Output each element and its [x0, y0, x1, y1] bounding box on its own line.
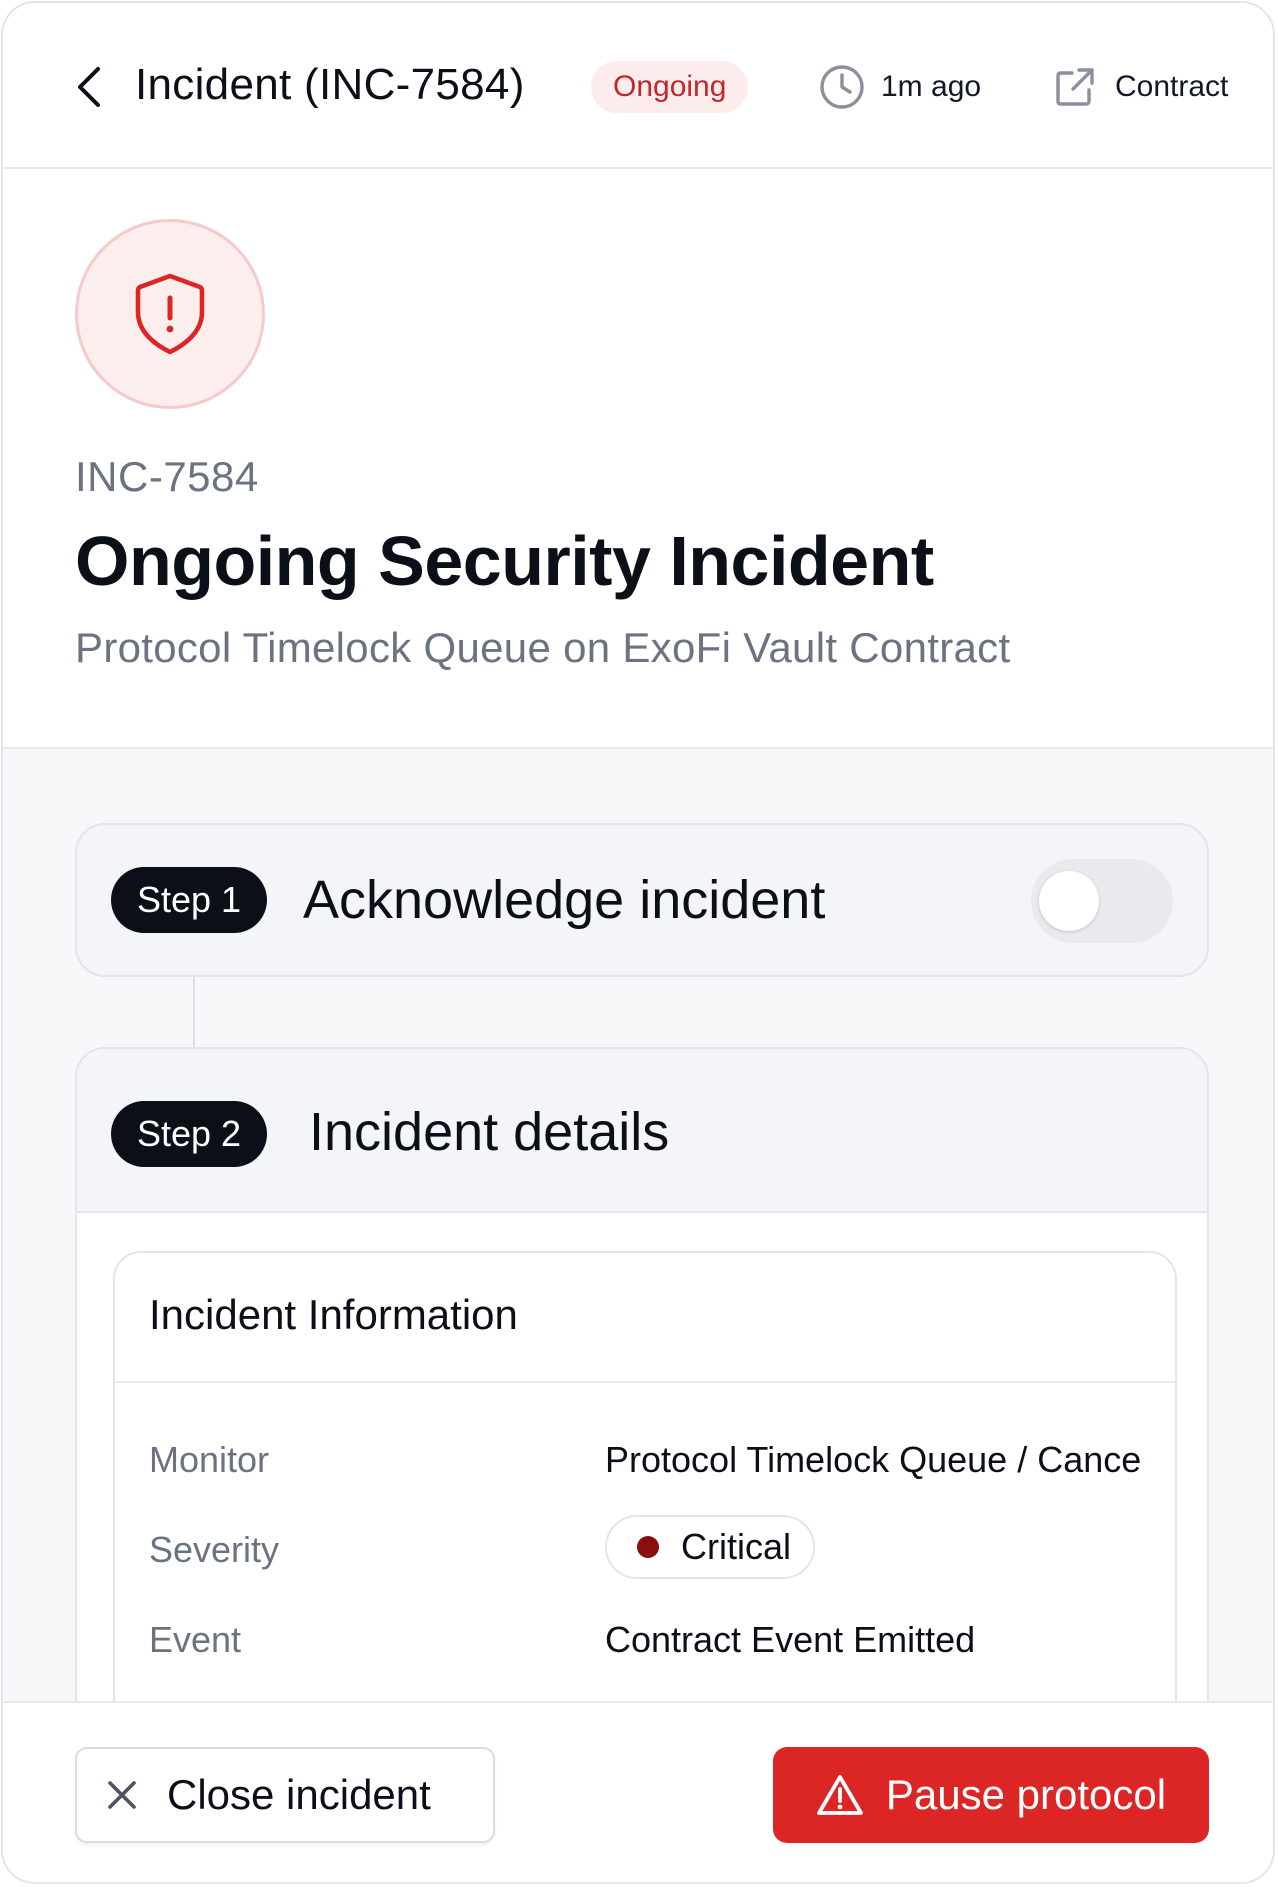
shield-alert-icon — [135, 273, 205, 355]
contract-link[interactable]: Contract — [1053, 63, 1228, 111]
step-title: Incident details — [309, 1102, 670, 1162]
monitor-value: Protocol Timelock Queue / Cance — [605, 1439, 1142, 1480]
event-value: Contract Event Emitted — [605, 1619, 976, 1660]
step-incident-details: Step 2 Incident details Incident Informa… — [75, 1047, 1209, 1747]
severity-value: Critical — [681, 1526, 792, 1567]
close-incident-label: Close incident — [167, 1771, 431, 1818]
incident-information-card: Incident Information Monitor Protocol Ti… — [113, 1251, 1177, 1745]
incident-panel: Incident (INC-7584) Ongoing 1m ago Contr… — [1, 1, 1275, 1884]
incident-summary: INC-7584 Ongoing Security Incident Proto… — [3, 169, 1273, 749]
row-label: Severity — [149, 1529, 280, 1570]
card-title: Incident Information — [149, 1291, 518, 1338]
steps-section: Step 1 Acknowledge incident Step 2 Incid… — [3, 749, 1273, 1747]
time-ago: 1m ago — [819, 63, 981, 111]
row-label: Event — [149, 1619, 242, 1660]
pause-protocol-label: Pause protocol — [885, 1771, 1167, 1818]
step-badge: Step 1 — [111, 867, 268, 933]
info-row-monitor: Monitor Protocol Timelock Queue / Cance — [149, 1439, 1175, 1499]
action-footer: Close incident Pause protocol — [3, 1701, 1273, 1882]
card-header: Incident Information — [115, 1253, 1175, 1383]
pause-protocol-button[interactable]: Pause protocol — [773, 1747, 1209, 1843]
info-row-severity: Severity Critical — [149, 1515, 1175, 1589]
incident-subtitle: Protocol Timelock Queue on ExoFi Vault C… — [75, 624, 1011, 671]
close-incident-button[interactable]: Close incident — [75, 1747, 495, 1843]
incident-id: INC-7584 — [75, 453, 259, 500]
external-link-icon — [1056, 68, 1094, 106]
step-connector — [193, 977, 195, 1047]
back-button[interactable] — [63, 61, 115, 113]
chevron-left-icon — [78, 67, 100, 107]
step-header: Step 2 Incident details — [77, 1049, 1207, 1213]
top-bar: Incident (INC-7584) Ongoing 1m ago Contr… — [3, 3, 1273, 169]
time-ago-label: 1m ago — [881, 70, 982, 103]
toggle-knob — [1039, 871, 1099, 931]
incident-title: Ongoing Security Incident — [75, 522, 934, 600]
status-badge: Ongoing — [591, 61, 749, 113]
acknowledge-toggle[interactable] — [1031, 859, 1173, 943]
row-label: Monitor — [149, 1439, 270, 1480]
contract-label: Contract — [1115, 70, 1229, 103]
step-acknowledge: Step 1 Acknowledge incident — [75, 823, 1209, 977]
info-row-event: Event Contract Event Emitted — [149, 1619, 1175, 1679]
page-title: Incident (INC-7584) — [135, 60, 525, 109]
warning-triangle-icon — [817, 1775, 863, 1815]
severity-dot — [637, 1536, 659, 1558]
severity-badge: Critical — [605, 1515, 816, 1579]
shield-alert-badge — [75, 219, 265, 409]
clock-icon — [820, 65, 864, 109]
step-title: Acknowledge incident — [303, 870, 826, 930]
step-badge: Step 2 — [111, 1101, 268, 1167]
close-icon — [108, 1781, 136, 1809]
